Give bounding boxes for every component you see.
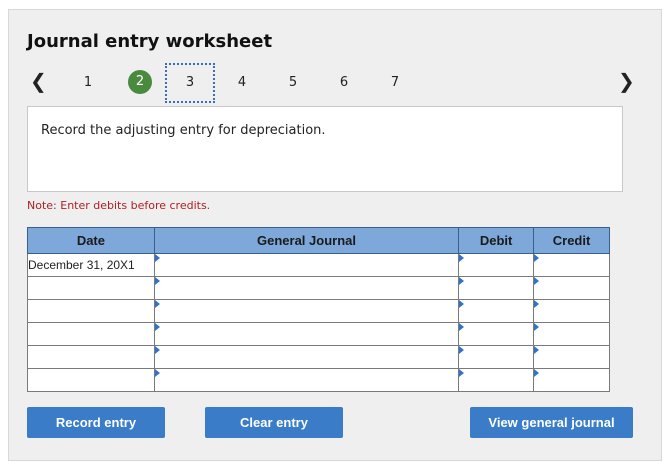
page-2-completed[interactable]: 2 — [128, 70, 152, 94]
table-row: December 31, 20X1 — [27, 253, 610, 277]
page-5[interactable]: 5 — [280, 72, 306, 94]
table-row — [27, 322, 610, 346]
table-header-row: Date General Journal Debit Credit — [27, 227, 610, 254]
account-input[interactable] — [153, 299, 460, 323]
debit-input[interactable] — [458, 253, 535, 277]
page-1[interactable]: 1 — [75, 72, 101, 94]
date-cell[interactable] — [27, 322, 155, 346]
credit-input[interactable] — [533, 322, 610, 346]
date-cell[interactable] — [27, 276, 155, 300]
record-entry-button[interactable]: Record entry — [27, 407, 165, 438]
chevron-right-icon[interactable]: ❯ — [618, 69, 635, 93]
journal-table: Date General Journal Debit Credit Decemb… — [27, 227, 610, 392]
worksheet-title: Journal entry worksheet — [27, 31, 273, 52]
date-cell[interactable] — [27, 299, 155, 323]
table-row — [27, 345, 610, 369]
credit-input[interactable] — [533, 368, 610, 392]
credit-header: Credit — [533, 227, 610, 254]
note-text: Note: Enter debits before credits. — [27, 199, 211, 212]
debit-input[interactable] — [458, 345, 535, 369]
account-input[interactable] — [153, 345, 460, 369]
credit-input[interactable] — [533, 276, 610, 300]
debit-input[interactable] — [458, 322, 535, 346]
credit-input[interactable] — [533, 253, 610, 277]
table-row — [27, 276, 610, 300]
page-7[interactable]: 7 — [382, 72, 408, 94]
general-journal-header: General Journal — [153, 227, 460, 254]
credit-input[interactable] — [533, 345, 610, 369]
page-4[interactable]: 4 — [229, 72, 255, 94]
date-cell[interactable]: December 31, 20X1 — [27, 253, 155, 277]
date-cell[interactable] — [27, 368, 155, 392]
date-header: Date — [27, 227, 155, 254]
table-row — [27, 368, 610, 392]
debit-input[interactable] — [458, 368, 535, 392]
account-input[interactable] — [153, 322, 460, 346]
question-box: Record the adjusting entry for depreciat… — [27, 106, 623, 192]
debit-input[interactable] — [458, 299, 535, 323]
debit-header: Debit — [458, 227, 535, 254]
account-input[interactable] — [153, 368, 460, 392]
page-6[interactable]: 6 — [331, 72, 357, 94]
date-cell[interactable] — [27, 345, 155, 369]
account-input[interactable] — [153, 276, 460, 300]
chevron-left-icon[interactable]: ❮ — [30, 69, 47, 93]
table-row — [27, 299, 610, 323]
debit-input[interactable] — [458, 276, 535, 300]
page-3-current[interactable]: 3 — [165, 63, 215, 103]
question-text: Record the adjusting entry for depreciat… — [41, 123, 326, 138]
account-input[interactable] — [153, 253, 460, 277]
view-general-journal-button[interactable]: View general journal — [470, 407, 633, 438]
credit-input[interactable] — [533, 299, 610, 323]
clear-entry-button[interactable]: Clear entry — [205, 407, 343, 438]
